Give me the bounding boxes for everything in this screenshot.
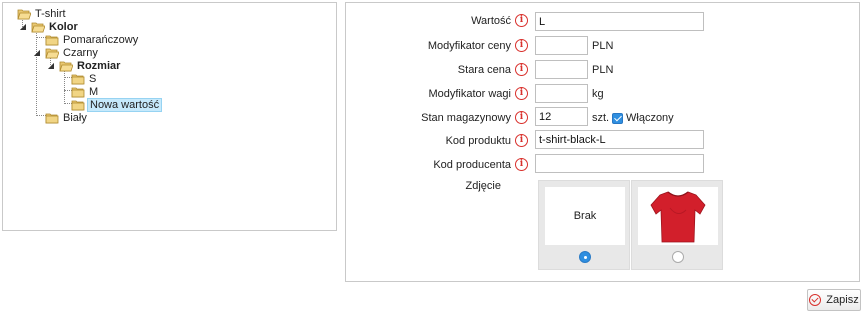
tree-node-bialy[interactable]: Biały [45, 110, 89, 125]
folder-icon [45, 112, 59, 124]
kod-produktu-input[interactable] [535, 130, 704, 149]
info-icon[interactable]: i [515, 134, 528, 147]
folder-icon [71, 73, 85, 85]
stan-magazynowy-input[interactable] [535, 107, 588, 126]
collapse-toggle-icon[interactable]: ◢ [19, 23, 27, 31]
info-icon[interactable]: i [515, 63, 528, 76]
variant-form: Wartość i Modyfikator ceny i PLN Stara c… [345, 2, 860, 282]
wlaczony-label: Włączony [626, 112, 674, 124]
photo-none-radio[interactable] [579, 251, 591, 263]
folder-open-icon [59, 60, 73, 72]
tshirt-photo [638, 187, 718, 245]
photo-option-none[interactable]: Brak [538, 180, 630, 270]
info-icon[interactable]: i [515, 14, 528, 27]
modyfikator-wagi-label: Modyfikator wagi [428, 88, 511, 100]
info-icon[interactable]: i [515, 39, 528, 52]
folder-open-icon [31, 21, 45, 33]
info-icon[interactable]: i [515, 158, 528, 171]
save-button[interactable]: Zapisz [807, 289, 861, 311]
photo-placeholder: Brak [545, 187, 625, 245]
zdjecie-label: Zdjęcie [465, 180, 501, 192]
modyfikator-wagi-input[interactable] [535, 84, 588, 103]
info-icon[interactable]: i [515, 111, 528, 124]
folder-icon [71, 99, 85, 111]
modyfikator-ceny-input[interactable] [535, 36, 588, 55]
red-tshirt-image [650, 191, 706, 243]
tree-connector [64, 70, 65, 104]
collapse-toggle-icon[interactable]: ◢ [33, 49, 41, 57]
currency-unit: PLN [592, 40, 614, 52]
category-tree: T-shirt ◢ Kolor Pomarańczowy ◢ Czarny ◢ [3, 3, 336, 230]
folder-icon [45, 34, 59, 46]
stara-cena-label: Stara cena [457, 64, 511, 76]
photo-tshirt-radio[interactable] [672, 251, 684, 263]
wartosc-input[interactable] [535, 12, 704, 31]
photo-option-tshirt[interactable] [631, 180, 723, 270]
weight-unit: kg [592, 88, 604, 100]
folder-open-icon [45, 47, 59, 59]
kod-produktu-label: Kod produktu [445, 135, 511, 147]
collapse-toggle-icon[interactable]: ◢ [47, 62, 55, 70]
stara-cena-input[interactable] [535, 60, 588, 79]
tree-connector [36, 29, 37, 116]
currency-unit: PLN [592, 64, 614, 76]
kod-producenta-input[interactable] [535, 154, 704, 173]
stock-unit: szt. [592, 112, 610, 124]
save-button-label: Zapisz [826, 294, 859, 306]
kod-producenta-label: Kod producenta [433, 159, 511, 171]
wartosc-label: Wartość [471, 15, 511, 27]
stan-magazynowy-label: Stan magazynowy [421, 112, 511, 124]
category-tree-panel: T-shirt ◢ Kolor Pomarańczowy ◢ Czarny ◢ [2, 2, 337, 231]
modyfikator-ceny-label: Modyfikator ceny [427, 40, 511, 52]
check-circle-icon [809, 294, 822, 306]
info-icon[interactable]: i [515, 87, 528, 100]
folder-icon [71, 86, 85, 98]
wlaczony-checkbox[interactable] [612, 113, 623, 124]
folder-open-icon [17, 8, 31, 20]
